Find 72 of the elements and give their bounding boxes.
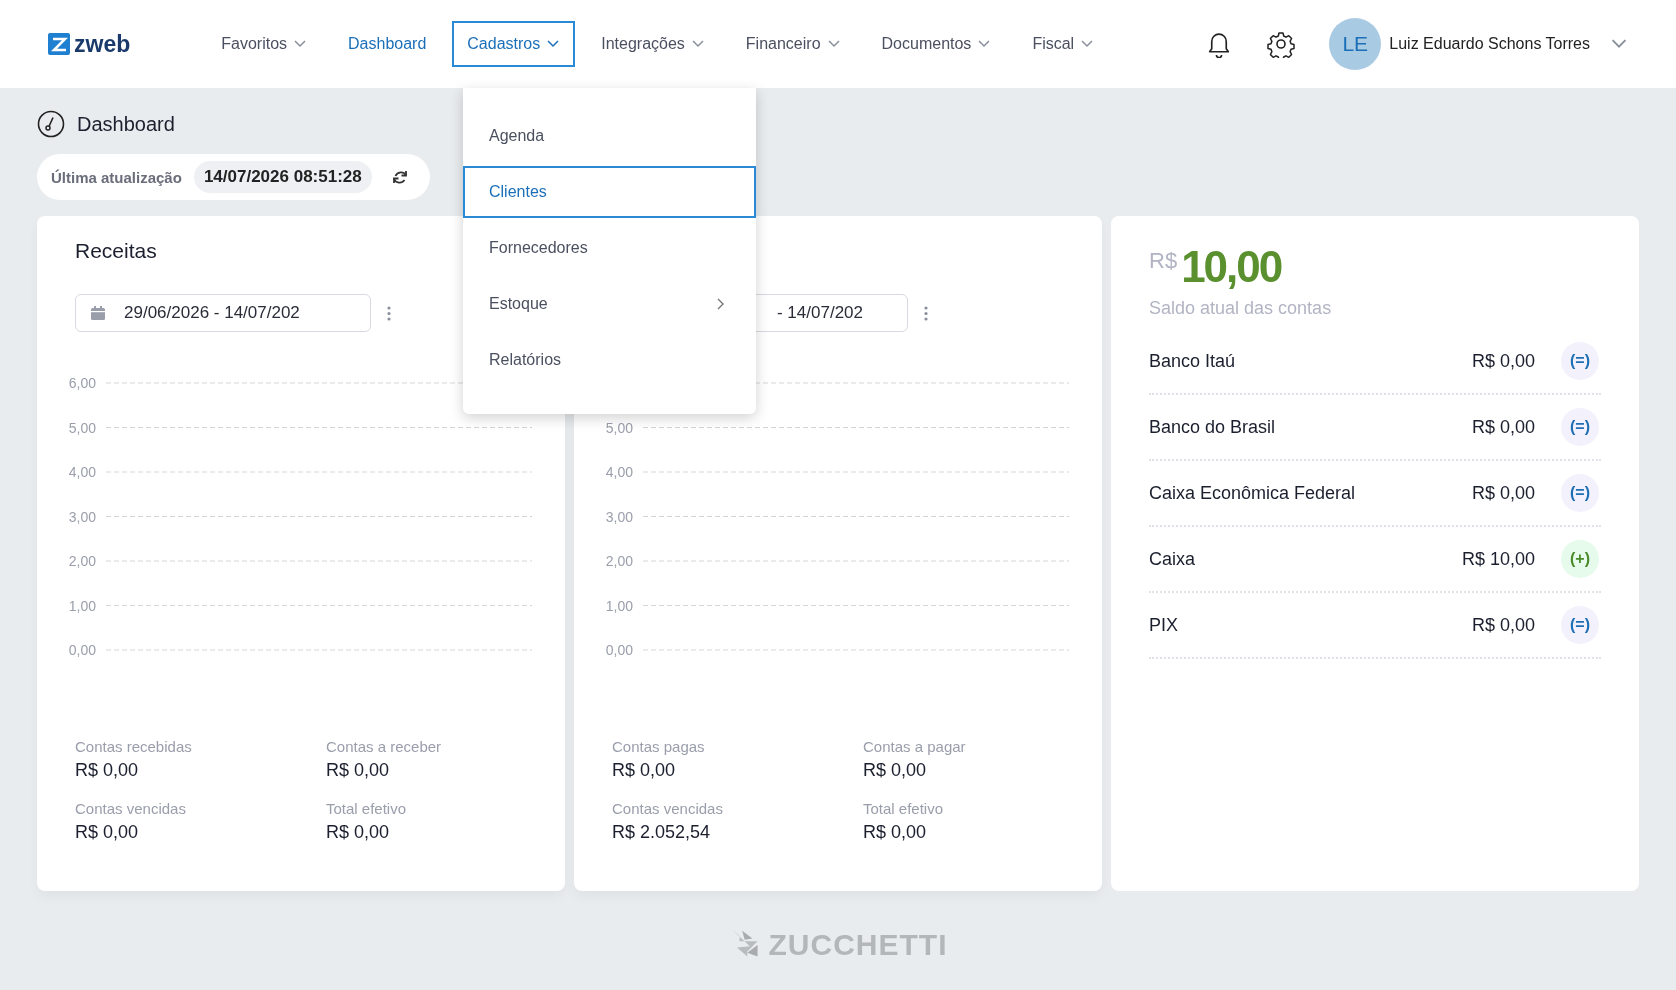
more-options-icon[interactable] [387,305,391,321]
stat-value: R$ 0,00 [863,759,928,782]
status-badge: (=) [1561,342,1599,380]
status-badge: (=) [1561,408,1599,446]
stat-label: Contas recebidas [75,737,193,757]
axis-label: 2,00 [605,553,633,569]
stat-value: R$ 0,00 [326,821,391,844]
axis-label: 3,00 [68,508,96,525]
nav-menu-item[interactable]: Favoritos [206,21,323,67]
last-update-label: Última atualização [51,168,182,186]
axis-label: 0,00 [68,642,96,658]
axis-label: 5,00 [68,419,96,436]
stat-label: Contas a receber [326,737,443,757]
account-balance: R$ 0,00 [1471,614,1535,636]
account-name: PIX [1149,614,1179,636]
account-name: Banco do Brasil [1149,416,1277,438]
axis-label: 1,00 [68,597,96,614]
last-update-value: 14/07/2026 08:51:28 [193,161,372,193]
currency-symbol: R$ [1149,248,1178,274]
gauge-icon [37,110,65,138]
nav-menu-item[interactable]: Dashboard [333,21,442,67]
stat-value: R$ 0,00 [75,821,140,844]
refresh-icon[interactable] [391,169,408,185]
stat-value: R$ 0,00 [863,821,928,844]
dropdown-menu-item[interactable]: Clientes [463,166,756,218]
nav-menu-item[interactable]: Integrações [586,21,720,67]
axis-label: 3,00 [605,508,633,525]
axis-label: 5,00 [605,419,633,436]
stat-label: Contas a pagar [863,737,967,757]
stat-label: Total efetivo [326,799,408,819]
dropdown-menu-item[interactable]: Fornecedores [463,222,756,274]
more-options-icon[interactable] [924,305,928,321]
logo[interactable]: zweb [48,30,131,58]
nav-menu-item[interactable]: Financeiro [730,21,856,67]
total-balance: 10,00 [1181,242,1282,292]
settings-icon[interactable] [1267,30,1296,58]
stat-value: R$ 2.052,54 [612,821,712,844]
stat-label: Total efetivo [863,799,945,819]
status-badge: (+) [1561,540,1599,578]
calendar-icon [90,305,106,321]
stat-value: R$ 0,00 [75,759,140,782]
stat-label: Contas pagas [612,737,706,757]
dropdown-menu-item[interactable]: Agenda [463,110,756,162]
user-menu[interactable]: LE Luiz Eduardo Schons Torres [1329,18,1628,70]
account-balance: R$ 10,00 [1461,548,1535,570]
account-name: Caixa Econômica Federal [1149,482,1357,504]
date-range-field[interactable]: 29/06/2026 - 14/07/202 [75,294,371,332]
nav-menu-item[interactable]: Cadastros [452,21,576,67]
status-badge: (=) [1561,606,1599,644]
logo-icon [48,33,70,55]
axis-label: 0,00 [605,642,633,658]
account-name: Banco Itaú [1149,350,1237,372]
account-name: Caixa [1149,548,1197,570]
stat-label: Contas vencidas [612,799,724,819]
avatar: LE [1329,18,1382,70]
axis-label: 4,00 [605,464,633,480]
account-balance: R$ 0,00 [1471,416,1535,438]
axis-label: 4,00 [68,464,96,480]
nav-menu-item[interactable]: Fiscal [1017,21,1110,67]
stat-value: R$ 0,00 [326,759,391,782]
account-balance: R$ 0,00 [1471,350,1535,372]
account-balance: R$ 0,00 [1471,482,1535,504]
stat-value: R$ 0,00 [612,759,677,782]
axis-label: 6,00 [68,375,96,391]
nav-menu-item[interactable]: Documentos [866,21,1007,67]
balance-caption: Saldo atual das contas [1149,298,1333,319]
stat-label: Contas vencidas [75,799,187,819]
status-badge: (=) [1561,474,1599,512]
axis-label: 1,00 [605,597,633,614]
axis-label: 2,00 [68,553,96,569]
page-title: Dashboard [77,112,175,136]
dropdown-menu-item[interactable]: Relatórios [463,334,756,386]
